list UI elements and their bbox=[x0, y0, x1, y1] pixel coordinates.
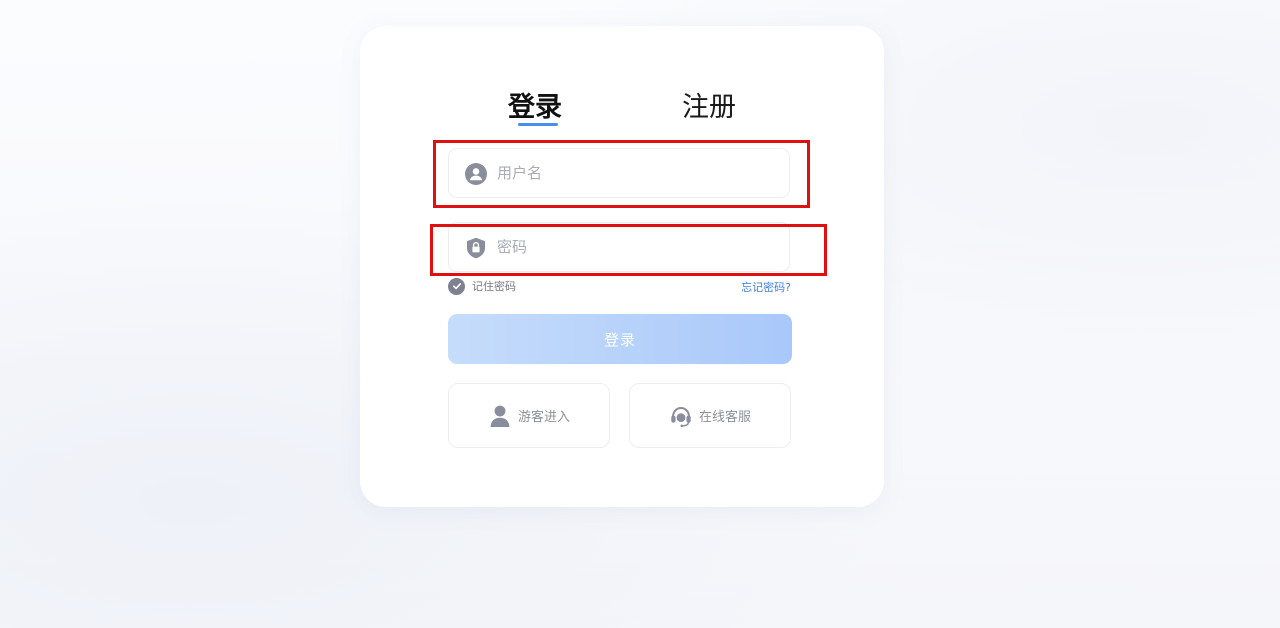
remember-password-toggle[interactable]: 记住密码 bbox=[448, 277, 516, 295]
username-field[interactable] bbox=[448, 148, 790, 198]
tab-register[interactable]: 注册 bbox=[682, 92, 736, 124]
password-field[interactable] bbox=[448, 222, 790, 272]
headset-icon bbox=[671, 406, 691, 427]
forgot-password-link[interactable]: 忘记密码? bbox=[741, 279, 791, 295]
password-input[interactable] bbox=[497, 223, 777, 271]
person-icon bbox=[490, 405, 510, 427]
user-circle-icon bbox=[465, 163, 487, 185]
online-service-label: 在线客服 bbox=[698, 410, 751, 425]
remember-password-label: 记住密码 bbox=[472, 280, 516, 293]
check-circle-icon bbox=[448, 277, 465, 295]
guest-enter-label: 游客进入 bbox=[517, 410, 570, 425]
tab-active-indicator bbox=[518, 123, 558, 126]
login-card: 登录 注册 记住密码 忘记密码? 登录 游客进入 bbox=[360, 26, 884, 507]
shield-lock-icon bbox=[467, 237, 485, 259]
tab-login[interactable]: 登录 bbox=[508, 92, 562, 124]
username-input[interactable] bbox=[497, 149, 777, 197]
online-service-button[interactable]: 在线客服 bbox=[629, 383, 791, 448]
guest-enter-button[interactable]: 游客进入 bbox=[448, 383, 610, 448]
login-button[interactable]: 登录 bbox=[448, 314, 792, 364]
